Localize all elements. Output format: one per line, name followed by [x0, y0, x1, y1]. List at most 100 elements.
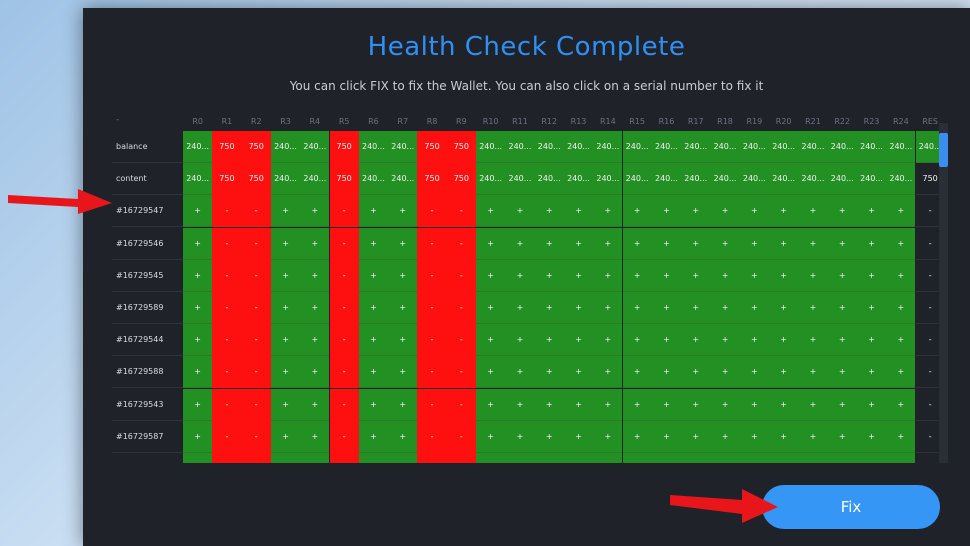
table-row[interactable]: #16729544 + - - + + - + + - - + + + + + + + + + + + + + + + -: [112, 324, 940, 357]
table-cell: +: [300, 388, 330, 421]
table-cell: +: [270, 195, 301, 228]
table-cell: +: [856, 227, 887, 260]
partial-cell: [798, 453, 828, 463]
column-header: R7: [397, 117, 409, 126]
table-cell: +: [300, 420, 330, 453]
serial-number-link[interactable]: #16729587: [112, 421, 183, 453]
table-cell: +: [710, 259, 740, 292]
table-cell: -: [212, 324, 242, 357]
table-row[interactable]: #16729588 + - - + + - + + - - + + + + + + + + + + + + + + + -: [112, 356, 940, 389]
table-cell: +: [388, 420, 418, 453]
table-cell: +: [681, 259, 711, 292]
column-header: R12: [541, 117, 558, 126]
table-cell: -: [417, 420, 447, 453]
table-cell: +: [388, 227, 418, 260]
table-cell: 240...: [593, 131, 623, 163]
table-cell: +: [798, 259, 828, 292]
table-cell: +: [300, 195, 330, 228]
table-cell: -: [329, 195, 359, 228]
table-cell: +: [593, 259, 623, 292]
table-cell: 240...: [681, 131, 711, 163]
table-cell: +: [183, 356, 213, 389]
table-cell: +: [505, 420, 535, 453]
table-scrollbar[interactable]: [939, 123, 948, 463]
table-cell: +: [358, 195, 389, 228]
table-cell: +: [476, 292, 506, 324]
table-cell: -: [915, 388, 940, 421]
table-cell: +: [388, 195, 418, 228]
table-cell: +: [622, 227, 652, 260]
table-cell: +: [476, 388, 506, 421]
table-cell: -: [212, 227, 242, 260]
table-cell: 240...: [505, 163, 535, 196]
table-cell: +: [358, 388, 389, 421]
table-cell: +: [476, 227, 506, 260]
table-cell: 240...: [622, 163, 652, 196]
table-cell: 240...: [563, 163, 594, 196]
table-cell: +: [593, 388, 623, 421]
table-cell: +: [769, 227, 799, 260]
table-cell: -: [446, 195, 476, 228]
table-cell: +: [505, 259, 535, 292]
table-cell: +: [739, 420, 769, 453]
column-header: R9: [456, 117, 467, 126]
column-header: R19: [746, 117, 763, 126]
table-cell: +: [183, 259, 213, 292]
table-cell: +: [886, 356, 916, 389]
partial-cell: [270, 453, 301, 463]
serial-number-link[interactable]: #16729546: [112, 228, 183, 260]
partial-cell: [886, 453, 916, 463]
serial-number-link[interactable]: #16729547: [112, 195, 183, 228]
column-header: R5: [338, 117, 350, 126]
table-cell: -: [241, 292, 271, 324]
table-row[interactable]: #16729546 + - - + + - + + - - + + + + + + + + + + + + + + + -: [112, 227, 940, 260]
table-cell: +: [505, 195, 535, 228]
table-cell: +: [739, 356, 769, 389]
table-cell: +: [827, 420, 857, 453]
table-cell: +: [886, 195, 916, 228]
table-cell: -: [329, 227, 359, 260]
table-cell: -: [329, 420, 359, 453]
serial-number-link[interactable]: #16729589: [112, 292, 183, 324]
table-cell: +: [358, 292, 389, 324]
red-arrow-icon: [8, 189, 112, 214]
table-row[interactable]: #16729543 + - - + + - + + - - + + + + + + + + + + + + + + + -: [112, 388, 940, 421]
table-cell: +: [739, 195, 769, 228]
serial-number-link[interactable]: #16729543: [112, 389, 183, 421]
partial-cell: [593, 453, 623, 463]
table-cell: 240...: [183, 131, 213, 163]
partial-cell: [300, 453, 330, 463]
partial-cell: [622, 453, 652, 463]
column-header: R4: [309, 117, 321, 126]
table-cell: -: [915, 356, 940, 389]
table-cell: 240...: [915, 131, 940, 163]
table-cell: +: [827, 227, 857, 260]
table-cell: -: [915, 259, 940, 292]
table-cell: -: [241, 227, 271, 260]
table-cell: 240...: [769, 131, 799, 163]
table-cell: -: [417, 195, 447, 228]
serial-number-link[interactable]: #16729545: [112, 260, 183, 292]
scrollbar-thumb[interactable]: [939, 133, 948, 167]
partial-cell: [446, 453, 476, 463]
table-cell: +: [827, 324, 857, 357]
column-header: R18: [717, 117, 733, 126]
table-row[interactable]: #16729545 + - - + + - + + - - + + + + + + + + + + + + + + + -: [112, 259, 940, 292]
serial-number-link[interactable]: #16729544: [112, 324, 183, 357]
table-cell: +: [798, 324, 828, 357]
table-cell: +: [827, 195, 857, 228]
table-row[interactable]: #16729587 + - - + + - + + - - + + + + + + + + + + + + + + + -: [112, 420, 940, 453]
table-cell: 240...: [534, 163, 564, 196]
table-cell: +: [593, 227, 623, 260]
table-row[interactable]: #16729589 + - - + + - + + - - + + + + + + + + + + + + + + + -: [112, 292, 940, 324]
table-cell: +: [358, 324, 389, 357]
table-cell: -: [212, 195, 242, 228]
table-cell: -: [212, 356, 242, 389]
table-row[interactable]: #16729547 + - - + + - + + - - + + + + + + + + + + + + + + + -: [112, 195, 940, 228]
serial-number-link[interactable]: #16729588: [112, 356, 183, 389]
partial-cell: [212, 453, 242, 463]
table-cell: 240...: [827, 131, 857, 163]
table-cell: +: [622, 388, 652, 421]
table-cell: 240...: [651, 163, 682, 196]
fix-button[interactable]: Fix: [762, 485, 940, 529]
